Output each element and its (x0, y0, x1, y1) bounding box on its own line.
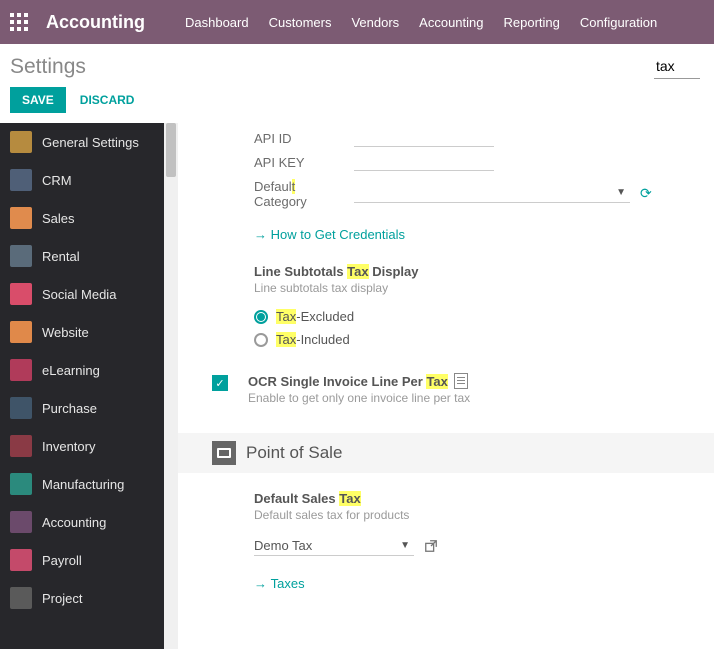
settings-content: API ID API KEY Default Category ▼ ⟳ How … (178, 123, 714, 649)
module-icon (10, 397, 32, 419)
default-sales-tax-subtitle: Default sales tax for products (254, 508, 714, 522)
sidebar-item-elearning[interactable]: eLearning (0, 351, 164, 389)
default-category-select[interactable]: ▼ (354, 183, 630, 203)
sidebar-item-sales[interactable]: Sales (0, 199, 164, 237)
subheader: Settings (0, 44, 714, 87)
sidebar-item-label: Website (42, 325, 89, 340)
sidebar-item-label: eLearning (42, 363, 100, 378)
radio-tax-excluded[interactable]: Tax-Excluded (254, 309, 714, 324)
module-icon (10, 321, 32, 343)
sidebar-item-label: Accounting (42, 515, 106, 530)
chevron-down-icon: ▼ (616, 187, 626, 198)
sidebar-item-rental[interactable]: Rental (0, 237, 164, 275)
sidebar-scrollbar[interactable] (164, 123, 178, 649)
sidebar-item-label: Inventory (42, 439, 95, 454)
module-icon (10, 131, 32, 153)
module-icon (10, 283, 32, 305)
pos-icon (212, 441, 236, 465)
page-title: Settings (10, 55, 86, 79)
default-sales-tax-value: Demo Tax (254, 538, 312, 553)
external-link-icon[interactable] (424, 539, 438, 553)
point-of-sale-header: Point of Sale (178, 433, 714, 473)
module-icon (10, 207, 32, 229)
module-icon (10, 169, 32, 191)
sidebar-item-label: Rental (42, 249, 80, 264)
nav-reporting[interactable]: Reporting (504, 15, 560, 30)
scrollbar-thumb[interactable] (166, 123, 176, 177)
nav-configuration[interactable]: Configuration (580, 15, 657, 30)
default-sales-tax-select[interactable]: Demo Tax ▼ (254, 536, 414, 556)
sidebar-item-accounting[interactable]: Accounting (0, 503, 164, 541)
sidebar-item-crm[interactable]: CRM (0, 161, 164, 199)
module-icon (10, 245, 32, 267)
api-key-row: API KEY (254, 153, 714, 171)
module-icon (10, 511, 32, 533)
ocr-subtitle: Enable to get only one invoice line per … (248, 391, 470, 405)
default-sales-tax-select-row: Demo Tax ▼ (254, 536, 714, 556)
sidebar-item-label: Purchase (42, 401, 97, 416)
taxes-link[interactable]: Taxes (254, 576, 305, 591)
topbar: Accounting Dashboard Customers Vendors A… (0, 0, 714, 44)
save-button[interactable]: SAVE (10, 87, 66, 113)
default-category-label: Default Category (254, 177, 354, 209)
radio-tax-included-label: Tax-Included (276, 332, 350, 347)
default-sales-tax-title: Default Sales Tax (254, 491, 714, 506)
api-id-label: API ID (254, 129, 354, 146)
sidebar-item-website[interactable]: Website (0, 313, 164, 351)
sidebar-wrap: General Settings CRM Sales Rental Social Med… (0, 123, 178, 649)
main-region: General Settings CRM Sales Rental Social Med… (0, 123, 714, 649)
sidebar-item-label: Sales (42, 211, 75, 226)
line-subtotals-subtitle: Line subtotals tax display (254, 281, 714, 295)
ocr-title: OCR Single Invoice Line Per Tax (248, 373, 470, 389)
sidebar-item-project[interactable]: Project (0, 579, 164, 617)
radio-tax-included[interactable]: Tax-Included (254, 332, 714, 347)
api-key-input[interactable] (354, 153, 494, 171)
radio-icon[interactable] (254, 333, 268, 347)
sidebar-item-social-media[interactable]: Social Media (0, 275, 164, 313)
module-icon (10, 587, 32, 609)
module-icon (10, 435, 32, 457)
action-bar: SAVE DISCARD (0, 87, 714, 123)
radio-tax-excluded-label: Tax-Excluded (276, 309, 354, 324)
module-icon (10, 359, 32, 381)
settings-sidebar: General Settings CRM Sales Rental Social Med… (0, 123, 164, 649)
module-icon (10, 549, 32, 571)
sidebar-item-general-settings[interactable]: General Settings (0, 123, 164, 161)
sidebar-item-label: Manufacturing (42, 477, 124, 492)
sidebar-item-label: Project (42, 591, 82, 606)
chevron-down-icon: ▼ (400, 540, 410, 551)
default-category-row: Default Category ▼ ⟳ (254, 177, 714, 209)
module-icon (10, 473, 32, 495)
how-to-get-credentials-link[interactable]: How to Get Credentials (254, 227, 405, 242)
top-navigation: Dashboard Customers Vendors Accounting R… (185, 15, 657, 30)
sidebar-item-label: CRM (42, 173, 72, 188)
nav-vendors[interactable]: Vendors (351, 15, 399, 30)
document-icon (454, 373, 468, 389)
sidebar-item-label: Social Media (42, 287, 116, 302)
sidebar-item-label: General Settings (42, 135, 139, 150)
nav-customers[interactable]: Customers (269, 15, 332, 30)
line-subtotals-title: Line Subtotals Tax Display (254, 264, 714, 279)
sidebar-item-payroll[interactable]: Payroll (0, 541, 164, 579)
sidebar-item-manufacturing[interactable]: Manufacturing (0, 465, 164, 503)
nav-accounting[interactable]: Accounting (419, 15, 483, 30)
sidebar-item-label: Payroll (42, 553, 82, 568)
point-of-sale-title: Point of Sale (246, 443, 342, 463)
nav-dashboard[interactable]: Dashboard (185, 15, 249, 30)
sidebar-item-inventory[interactable]: Inventory (0, 427, 164, 465)
ocr-setting-row: ✓ OCR Single Invoice Line Per Tax Enable… (212, 373, 714, 405)
search-input[interactable] (654, 54, 700, 79)
sidebar-item-purchase[interactable]: Purchase (0, 389, 164, 427)
discard-button[interactable]: DISCARD (80, 93, 135, 107)
api-key-label: API KEY (254, 153, 354, 170)
app-brand: Accounting (46, 12, 145, 33)
refresh-icon[interactable]: ⟳ (640, 185, 652, 202)
ocr-checkbox[interactable]: ✓ (212, 375, 228, 391)
api-id-input[interactable] (354, 129, 494, 147)
apps-icon[interactable] (10, 13, 28, 31)
api-id-row: API ID (254, 129, 714, 147)
radio-icon[interactable] (254, 310, 268, 324)
